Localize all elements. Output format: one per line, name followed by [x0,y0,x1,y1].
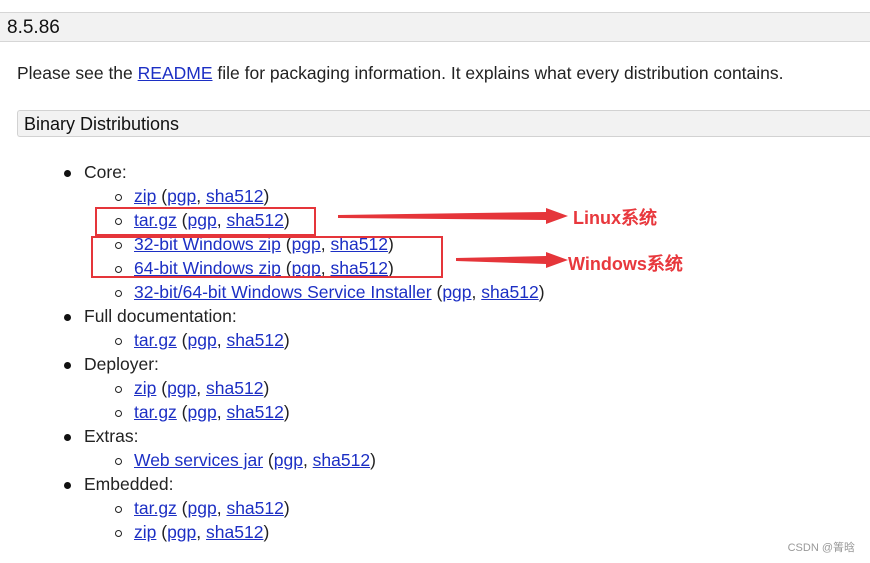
circle-bullet-icon [115,506,122,513]
sha512-link[interactable]: sha512 [226,330,283,350]
csdn-watermark: CSDN @箐晗 [787,542,855,554]
intro-after: file for packaging information. It expla… [212,63,784,83]
sha512-link[interactable]: sha512 [226,402,283,422]
windows-highlight-box [91,236,443,278]
circle-bullet-icon [115,290,122,297]
section-header: Binary Distributions [17,110,870,137]
group-label-embedded: Embedded: [84,474,174,494]
download-row-core-zip: zip (pgp, sha512) [134,186,270,206]
download-row-extras-webservices: Web services jar (pgp, sha512) [134,450,376,470]
pgp-link[interactable]: pgp [274,450,303,470]
pgp-link[interactable]: pgp [167,522,196,542]
group-label-deployer: Deployer: [84,354,159,374]
pgp-link[interactable]: pgp [188,330,217,350]
group-label-extras: Extras: [84,426,139,446]
pgp-link[interactable]: pgp [188,498,217,518]
bullet-icon [64,314,71,321]
version-header: 8.5.86 [0,12,870,42]
section-title: Binary Distributions [24,114,180,134]
bullet-icon [64,362,71,369]
pgp-link[interactable]: pgp [167,378,196,398]
sha512-link[interactable]: sha512 [313,450,370,470]
sha512-link[interactable]: sha512 [481,282,538,302]
linux-annotation: Linux系统 [573,208,657,228]
download-row-deployer-zip: zip (pgp, sha512) [134,378,270,398]
download-link[interactable]: 32-bit/64-bit Windows Service Installer [134,282,432,302]
bullet-icon [64,170,71,177]
download-row-fulldoc-targz: tar.gz (pgp, sha512) [134,330,290,350]
intro-before: Please see the [17,63,138,83]
group-label-core: Core: [84,162,127,182]
sha512-link[interactable]: sha512 [206,522,263,542]
linux-highlight-box [95,207,316,236]
sha512-link[interactable]: sha512 [226,498,283,518]
circle-bullet-icon [115,338,122,345]
sha512-link[interactable]: sha512 [206,186,263,206]
readme-link[interactable]: README [138,63,213,83]
download-link[interactable]: zip [134,186,156,206]
arrow-to-linux-icon [338,208,568,224]
version-title: 8.5.86 [7,17,60,38]
pgp-link[interactable]: pgp [188,402,217,422]
circle-bullet-icon [115,386,122,393]
bullet-icon [64,482,71,489]
intro-text: Please see the README file for packaging… [17,63,784,84]
group-label-fulldoc: Full documentation: [84,306,237,326]
sha512-link[interactable]: sha512 [206,378,263,398]
bullet-icon [64,434,71,441]
circle-bullet-icon [115,458,122,465]
download-link[interactable]: tar.gz [134,498,177,518]
download-row-deployer-targz: tar.gz (pgp, sha512) [134,402,290,422]
download-row-embedded-targz: tar.gz (pgp, sha512) [134,498,290,518]
circle-bullet-icon [115,530,122,537]
download-link[interactable]: zip [134,522,156,542]
circle-bullet-icon [115,410,122,417]
download-row-core-installer: 32-bit/64-bit Windows Service Installer … [134,282,545,302]
windows-annotation: Windows系统 [568,254,683,274]
download-link[interactable]: tar.gz [134,402,177,422]
download-row-embedded-zip: zip (pgp, sha512) [134,522,270,542]
download-link[interactable]: tar.gz [134,330,177,350]
arrow-to-windows-icon [456,252,568,268]
download-link[interactable]: zip [134,378,156,398]
circle-bullet-icon [115,194,122,201]
pgp-link[interactable]: pgp [442,282,471,302]
pgp-link[interactable]: pgp [167,186,196,206]
download-link[interactable]: Web services jar [134,450,263,470]
